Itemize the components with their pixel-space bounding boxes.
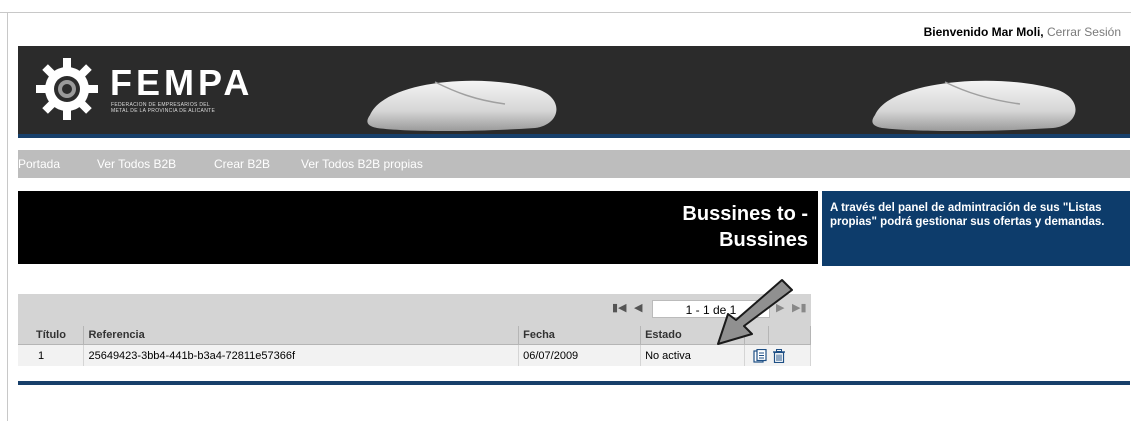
nav-item-ver-todos-b2b-propias[interactable]: Ver Todos B2B propias: [301, 157, 423, 171]
logo-subtitle: FEDERACION DE EMPRESARIOS DEL METAL DE L…: [111, 102, 216, 114]
table-row[interactable]: 1 25649423-3bb4-441b-b3a4-72811e57366f 0…: [18, 344, 811, 366]
b2b-table: Título Referencia Fecha Estado 1 2564942…: [18, 326, 812, 366]
edit-document-icon[interactable]: [753, 348, 767, 363]
info-text: A través del panel de admintración de su…: [830, 202, 1105, 228]
user-bar: Bienvenido Mar Moli, Cerrar Sesión: [924, 25, 1121, 39]
prev-page-icon[interactable]: ◀: [634, 301, 642, 314]
frame-left-border: [7, 12, 8, 421]
nav-item-ver-todos-b2b[interactable]: Ver Todos B2B: [97, 157, 176, 171]
column-header-fecha[interactable]: Fecha: [518, 326, 642, 345]
first-page-icon[interactable]: ▮◀: [612, 301, 627, 314]
footer-line: [18, 381, 1130, 385]
main-nav: Portada Ver Todos B2B Crear B2B Ver Todo…: [18, 150, 1130, 178]
mouse-image-left: [367, 80, 557, 131]
frame-top-border: [0, 12, 1131, 13]
table-header-row: Título Referencia Fecha Estado: [18, 326, 812, 345]
page-title-box: Bussines to - Bussines: [18, 191, 818, 264]
fempa-gear-logo-icon: [36, 58, 98, 120]
mouse-image-right: [872, 80, 1076, 131]
cell-referencia: 25649423-3bb4-441b-b3a4-72811e57366f: [83, 344, 520, 366]
annotation-arrow-icon: [717, 279, 793, 345]
banner-stripe: [18, 134, 1130, 138]
delete-trash-icon[interactable]: [772, 348, 786, 363]
column-header-referencia[interactable]: Referencia: [83, 326, 520, 345]
logout-link[interactable]: Cerrar Sesión: [1047, 25, 1121, 39]
logo-name: FEMPA: [110, 62, 254, 103]
welcome-text: Bienvenido Mar Moli,: [923, 25, 1044, 39]
cell-fecha: 06/07/2009: [518, 344, 642, 366]
cell-titulo: 1: [18, 344, 85, 366]
nav-item-portada[interactable]: Portada: [18, 157, 60, 171]
nav-item-crear-b2b[interactable]: Crear B2B: [214, 157, 270, 171]
page-title: Bussines to - Bussines: [682, 203, 808, 251]
info-panel: A través del panel de admintración de su…: [822, 191, 1130, 266]
column-header-titulo[interactable]: Título: [18, 326, 85, 345]
